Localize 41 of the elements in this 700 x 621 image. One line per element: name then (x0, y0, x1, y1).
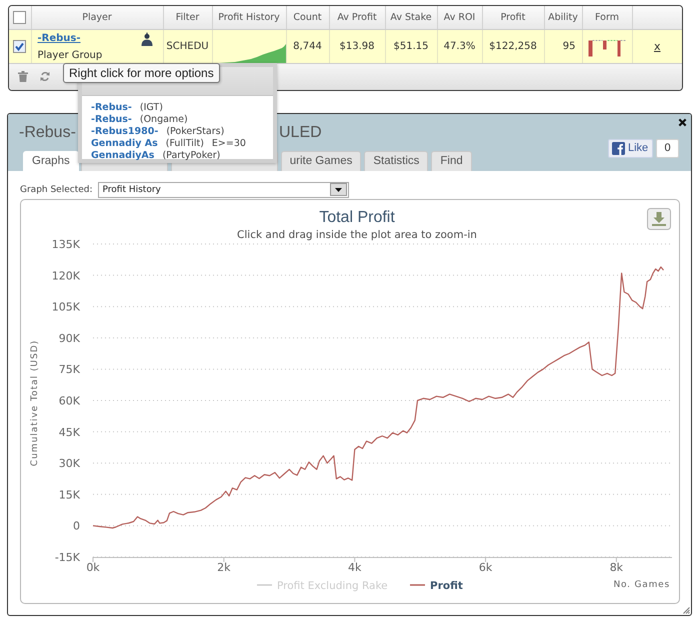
select-value: Profit History (102, 184, 161, 194)
window-title: ULED (279, 122, 322, 142)
chart-title: Total Profit (319, 208, 395, 226)
table-cell: 47.3% (437, 29, 482, 63)
account-site: (Ongame) (140, 114, 188, 126)
table-cell: $122,258 (482, 29, 544, 63)
window-title: -Rebus- (19, 122, 76, 142)
x-axis-title: No. Games (614, 580, 670, 590)
x-axis-label: 4k (348, 560, 362, 574)
y-axis-label: 0 (73, 519, 80, 532)
y-axis-label: 30K (58, 456, 80, 470)
graph-select-label: Graph Selected: (20, 184, 93, 194)
table-cell: $51.15 (385, 29, 437, 63)
y-axis-label: 75K (58, 362, 80, 376)
like-count: 0 (656, 138, 679, 158)
player-group-label: Player Group (38, 50, 102, 60)
account-site: (PartyPoker) (162, 150, 220, 162)
x-axis-label: 6k (478, 560, 492, 574)
account-site: (IGT) (140, 102, 163, 114)
x-axis-label: 8k (610, 560, 624, 574)
y-axis-label: -15K (54, 550, 80, 564)
y-axis-label: 90K (58, 331, 80, 344)
y-axis-label: 120K (52, 268, 80, 282)
table-cell: 95 (544, 29, 582, 63)
account-site: (PokerStars) (166, 126, 224, 138)
legend-label: Profit (430, 580, 463, 592)
y-axis-label: 15K (58, 488, 80, 501)
account-site: (FullTilt) (166, 138, 204, 150)
y-axis-label: 105K (52, 300, 80, 314)
table-cell: SCHEDU (163, 29, 212, 63)
y-axis-label: 135K (52, 238, 80, 250)
y-axis-title: Cumulative Total (USD) (30, 339, 40, 466)
account-note: E>=30 (212, 138, 246, 150)
tooltip: Right click for more options (63, 63, 220, 83)
chart-subtitle: Click and drag inside the plot area to zoom-in (237, 228, 477, 240)
x-axis-label: 0k (86, 560, 100, 574)
x-axis-label: 2k (217, 560, 231, 574)
table-cell: $13.98 (329, 29, 385, 63)
y-axis-label: 60K (58, 394, 80, 407)
table-cell: 8,744 (286, 29, 329, 63)
y-axis-label: 45K (58, 425, 80, 438)
